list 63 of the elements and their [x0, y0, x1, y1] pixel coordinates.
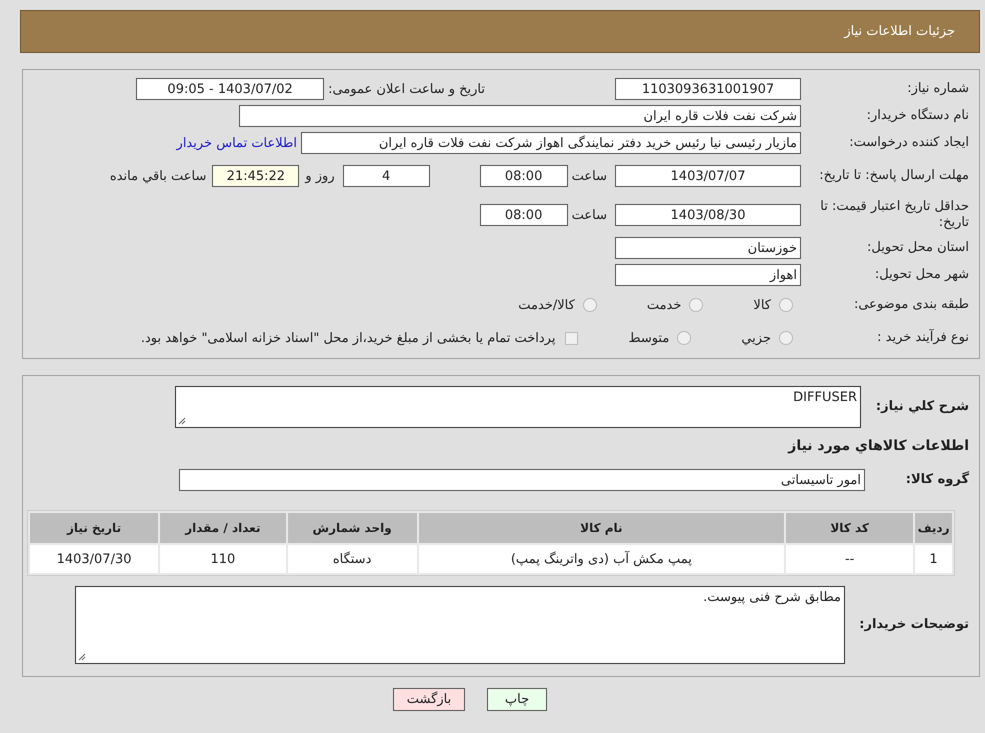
time-field: 08:00: [480, 204, 568, 226]
announce-date-field: 1403/07/02 - 09:05: [136, 78, 324, 100]
time-field: 08:00: [480, 165, 568, 187]
radio-label: كالا/خدمت: [518, 298, 575, 312]
treasury-note: پرداخت تمام یا بخشی از مبلغ خرید،از محل "اسناد خزانه اسلامی" خواهد بود.: [140, 330, 556, 346]
field-label: شماره نیاز:: [906, 81, 969, 97]
page-title: جزئیات اطلاعات نیاز: [844, 24, 955, 39]
location-field: خوزستان: [615, 237, 801, 259]
radio-label: كالا: [753, 298, 771, 312]
field-label: طبقه بندی موضوعی:: [852, 297, 969, 313]
remaining-time-field: 21:45:22: [212, 165, 300, 187]
time-label: ساعت: [572, 168, 607, 184]
goods-group-field: امور تاسیساتی: [179, 469, 865, 491]
column-header: تاریخ نیاز: [30, 513, 158, 543]
table-cell: 110: [160, 545, 286, 573]
table-cell: 1403/07/30: [30, 545, 158, 573]
field-label: تاریخ و ساعت اعلان عمومی:: [328, 82, 485, 96]
radio-button[interactable]: [779, 331, 793, 345]
field-label: استان محل تحویل:: [866, 240, 969, 256]
radio-button[interactable]: [779, 298, 793, 312]
resize-grip-icon[interactable]: [78, 653, 86, 661]
date-field: 1403/07/07: [615, 165, 801, 187]
table-cell: --: [786, 545, 914, 573]
back-button[interactable]: بازگشت: [393, 688, 465, 711]
days-field: 4: [342, 165, 430, 187]
print-button[interactable]: چاپ: [487, 688, 547, 711]
buyer-contact-link[interactable]: اطلاعات تماس خریدار: [176, 136, 297, 150]
table-cell: دستگاه: [288, 545, 417, 573]
field-label: توضیحات خریدار:: [858, 617, 969, 633]
column-header: واحد شمارش: [288, 513, 417, 543]
checkbox[interactable]: [565, 332, 578, 344]
radio-label: متوسط: [628, 330, 670, 346]
time-label: ساعت: [572, 208, 607, 222]
buyer-org-field: شرکت نفت فلات قاره ایران: [239, 105, 801, 127]
table-cell: پمپ مکش آب (دی واترینگ پمپ): [418, 545, 784, 573]
field-label: شهر محل تحویل:: [874, 267, 969, 283]
field-label: مهلت ارسال پاسخ: تا تاریخ:: [818, 168, 969, 184]
days-label: روز و: [305, 168, 335, 184]
field-label: شرح كلي نياز:: [874, 399, 969, 415]
resize-grip-icon[interactable]: [178, 417, 186, 425]
remaining-label: ساعت باقي مانده: [110, 168, 206, 184]
column-header: نام کالا: [418, 513, 784, 543]
column-header: کد کالا: [786, 513, 914, 543]
radio-label: جزيي: [741, 330, 771, 346]
radio-label: خدمت: [646, 298, 682, 312]
field-label: نوع فرآیند خرید :: [876, 330, 969, 346]
description-box[interactable]: DIFFUSER: [175, 386, 861, 428]
section-heading: اطلاعات كالاهاي مورد نياز: [786, 438, 969, 454]
table-cell: 1: [915, 545, 952, 573]
field-label: نام دستگاه خریدار:: [866, 108, 969, 124]
radio-button[interactable]: [689, 298, 704, 312]
field-label: ایجاد کننده درخواست:: [848, 135, 969, 151]
column-header: ردیف: [915, 513, 952, 543]
buyer-notes-box[interactable]: مطابق شرح فنی پیوست.: [75, 586, 845, 664]
date-field: 1403/08/30: [615, 204, 801, 226]
requester-field: مازیار رئیسی نیا رئیس خرید دفتر نمایندگی اهواز شرکت نفت فلات قاره ایران: [301, 132, 801, 154]
location-field: اهواز: [615, 264, 801, 286]
radio-button[interactable]: [582, 298, 597, 312]
need-number-field: 1103093631001907: [615, 78, 801, 100]
radio-button[interactable]: [677, 331, 692, 345]
column-header: تعداد / مقدار: [160, 513, 286, 543]
field-label: گروه كالا:: [904, 472, 969, 488]
field-label: حداقل تاریخ اعتبار قیمت: تا تاریخ:: [819, 199, 969, 231]
